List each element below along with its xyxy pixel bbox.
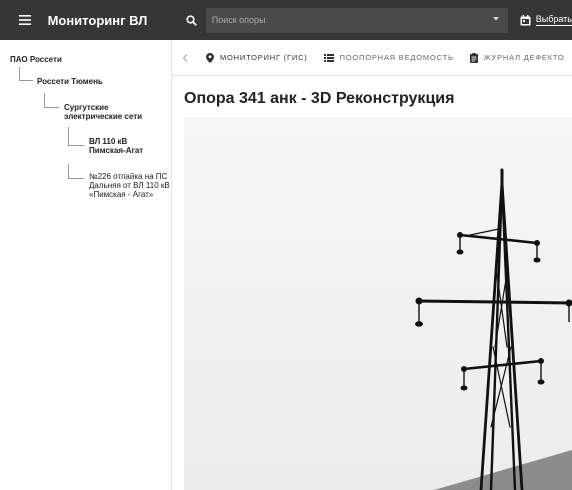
hamburger-icon bbox=[18, 15, 31, 25]
map-pin-icon bbox=[206, 52, 214, 63]
search-icon[interactable] bbox=[182, 14, 202, 26]
page-title: Опора 341 анк - 3D Реконструкция bbox=[184, 90, 455, 107]
pick-date-control[interactable]: Выбрать bbox=[520, 0, 572, 40]
calendar-icon bbox=[520, 14, 531, 25]
tower-3d-model[interactable] bbox=[184, 117, 572, 490]
app-title: Мониторинг ВЛ bbox=[47, 12, 148, 28]
dropdown-caret-icon[interactable] bbox=[492, 16, 500, 22]
tree-item-pao-rosseti[interactable]: ПАО Россети bbox=[10, 55, 62, 64]
pick-label: Выбрать bbox=[535, 14, 572, 26]
tab-bar: МОНИТОРИНГ (ГИС) ПООПОРНАЯ ВЕДОМОСТЬ ЖУР… bbox=[172, 40, 572, 76]
app-root: Мониторинг ВЛ Поиск опоры Выбрать ПАО Ро… bbox=[0, 0, 572, 490]
tab-label: ПООПОРНАЯ ВЕДОМОСТЬ bbox=[339, 53, 454, 62]
tab-defect-journal[interactable]: ЖУРНАЛ ДЕФЕКТО bbox=[462, 40, 570, 75]
clipboard-icon bbox=[469, 52, 478, 63]
tree-item-branch-226[interactable]: №226 отпайка на ПС Дальняя от ВЛ 110 кВ … bbox=[89, 172, 171, 199]
tree-connector bbox=[44, 93, 59, 108]
tree-item-surgut-networks[interactable]: Сургутские электрические сети bbox=[64, 103, 164, 121]
list-icon bbox=[323, 53, 334, 62]
search-input[interactable]: Поиск опоры bbox=[205, 7, 508, 33]
tree-item-vl-110-pimskaya-agat[interactable]: ВЛ 110 кВ Пимская-Агат bbox=[89, 137, 159, 155]
tab-label: ЖУРНАЛ ДЕФЕКТО bbox=[483, 53, 565, 62]
tab-pole-register[interactable]: ПООПОРНАЯ ВЕДОМОСТЬ bbox=[316, 40, 462, 75]
search-area: Поиск опоры bbox=[182, 0, 508, 40]
top-app-bar: Мониторинг ВЛ Поиск опоры Выбрать bbox=[0, 0, 572, 40]
tree-item-rosseti-tyumen[interactable]: Россети Тюмень bbox=[37, 77, 103, 86]
network-tree-sidebar: ПАО Россети Россети Тюмень Сургутские эл… bbox=[0, 40, 172, 490]
3d-viewer-canvas[interactable] bbox=[184, 117, 572, 490]
tabs-scroll-left-button[interactable] bbox=[172, 40, 198, 75]
main-content: МОНИТОРИНГ (ГИС) ПООПОРНАЯ ВЕДОМОСТЬ ЖУР… bbox=[172, 40, 572, 490]
menu-button[interactable] bbox=[10, 0, 40, 40]
tree-connector bbox=[19, 67, 33, 81]
chevron-left-icon bbox=[182, 53, 188, 62]
tree-connector bbox=[68, 164, 84, 179]
tree-connector bbox=[68, 127, 84, 146]
tab-monitoring-gis[interactable]: МОНИТОРИНГ (ГИС) bbox=[198, 40, 316, 75]
search-placeholder: Поиск опоры bbox=[211, 15, 266, 25]
tab-label: МОНИТОРИНГ (ГИС) bbox=[220, 53, 308, 62]
